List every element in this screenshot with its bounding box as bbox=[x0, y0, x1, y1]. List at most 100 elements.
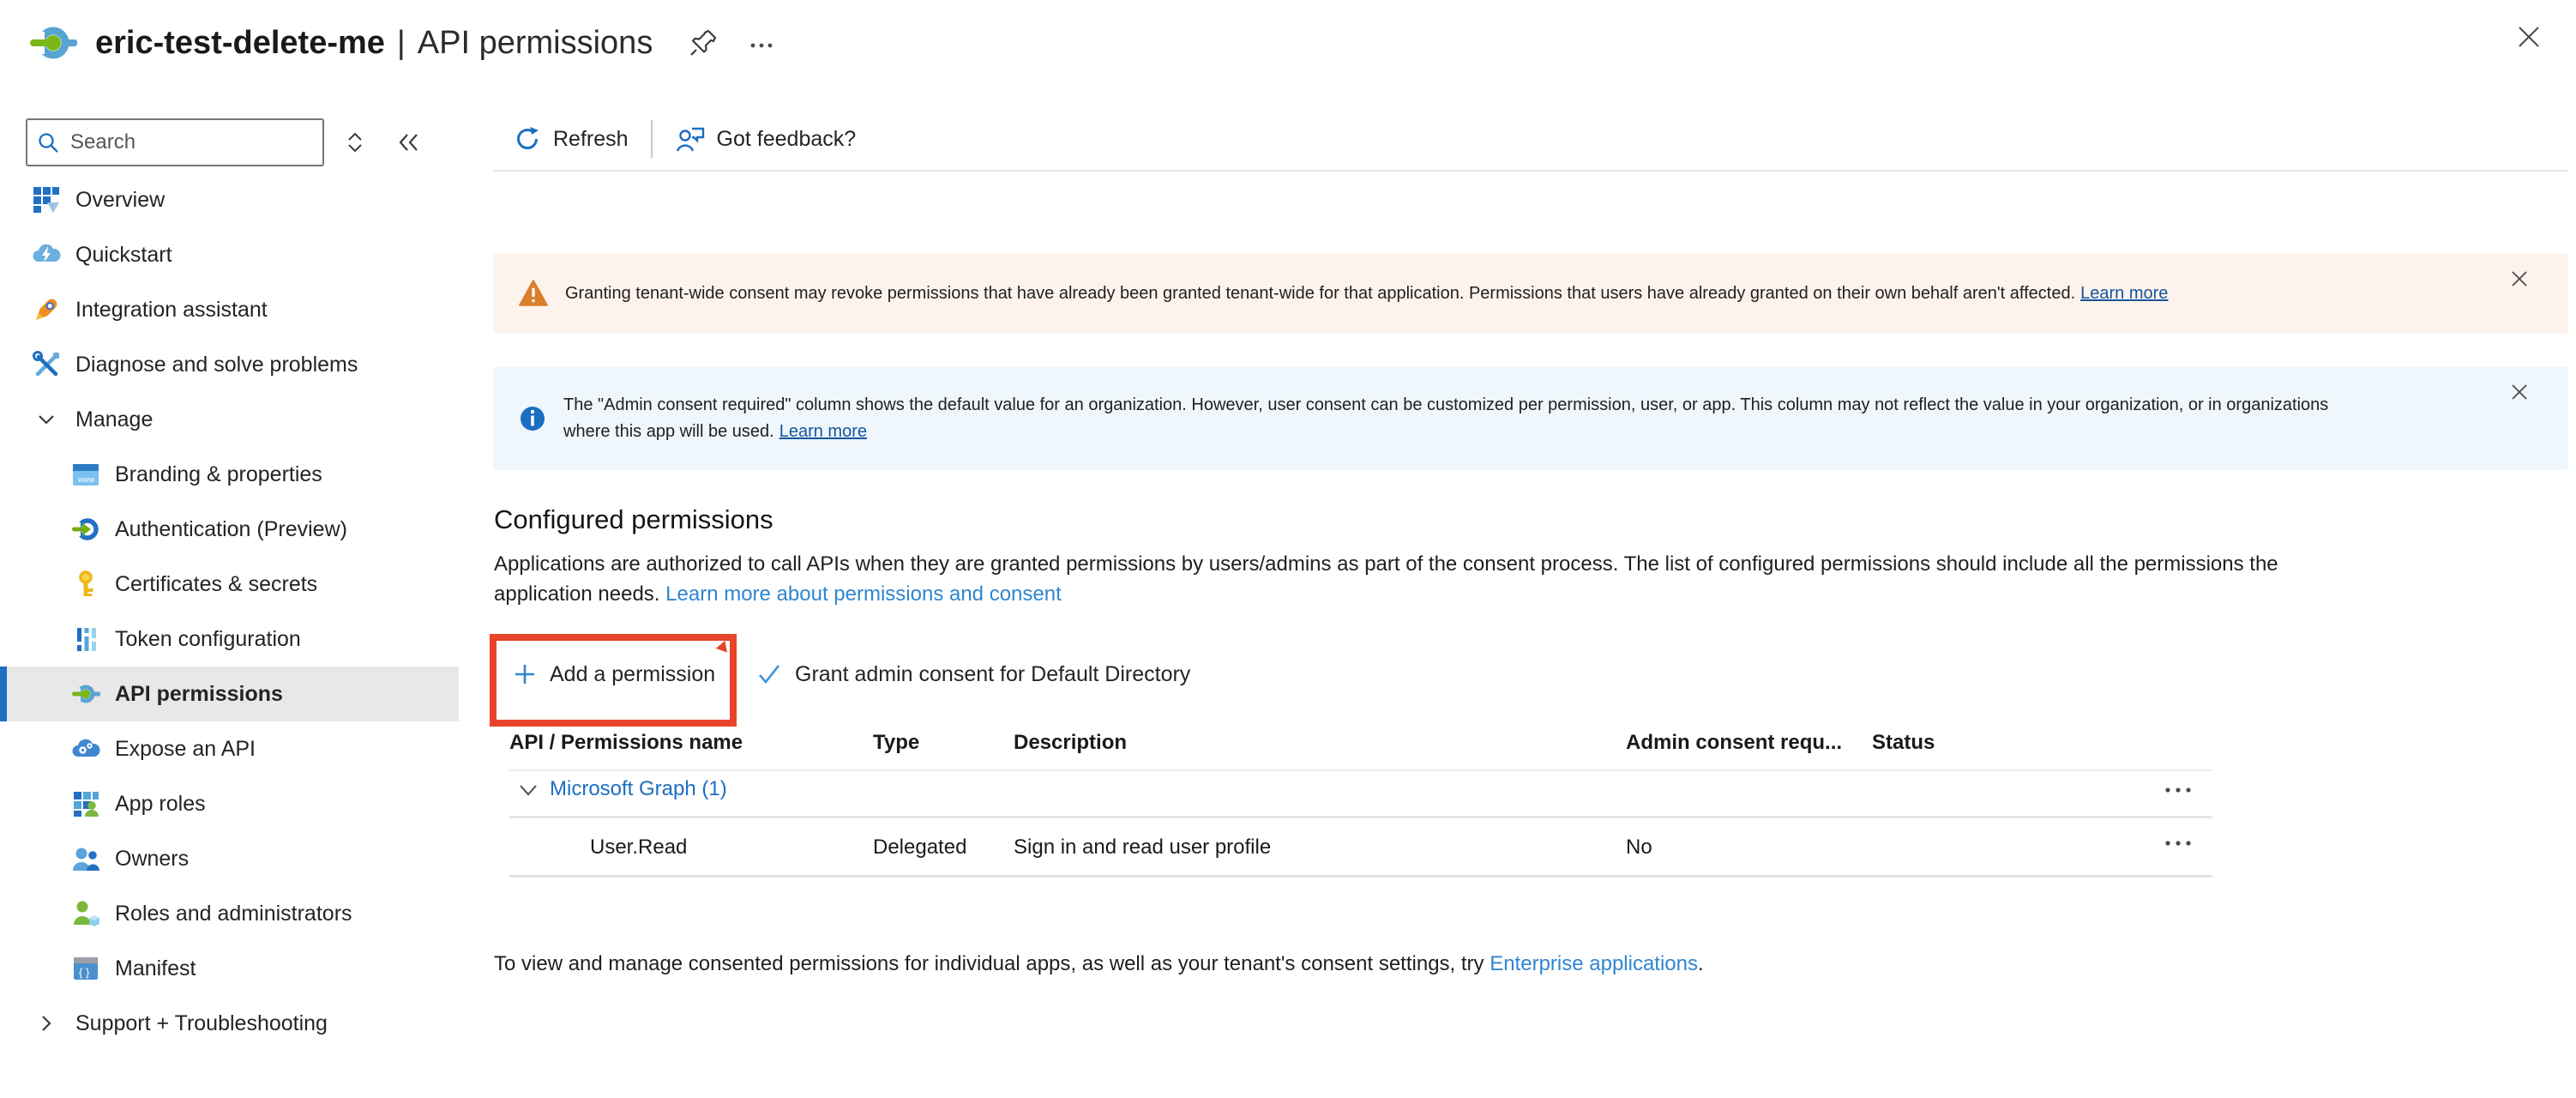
table-separator bbox=[509, 769, 2212, 771]
warning-icon bbox=[517, 277, 550, 310]
collapse-sidebar-icon[interactable] bbox=[396, 130, 422, 155]
search-icon bbox=[36, 130, 60, 154]
warning-close-icon[interactable] bbox=[2508, 268, 2531, 290]
refresh-label: Refresh bbox=[553, 127, 629, 152]
warning-message: Granting tenant-wide consent may revoke … bbox=[565, 284, 2075, 303]
sidebar: Overview Quickstart bbox=[0, 86, 480, 1098]
info-learn-more-link[interactable]: Learn more bbox=[779, 422, 867, 441]
footer-text: To view and manage consented permissions… bbox=[494, 952, 1490, 975]
enterprise-applications-link[interactable]: Enterprise applications bbox=[1490, 952, 1698, 975]
toolbar-divider bbox=[651, 120, 653, 158]
sidebar-item-token-configuration[interactable]: Token configuration bbox=[0, 612, 480, 667]
info-banner: The "Admin consent required" column show… bbox=[493, 367, 2568, 470]
api-group-link[interactable]: Microsoft Graph (1) bbox=[550, 777, 727, 801]
refresh-button[interactable]: Refresh bbox=[513, 124, 629, 154]
table-separator bbox=[509, 875, 2212, 878]
blade-name: API permissions bbox=[418, 25, 653, 62]
plus-icon bbox=[512, 661, 538, 687]
manifest-icon: { } bbox=[70, 953, 101, 984]
refresh-icon bbox=[513, 124, 542, 154]
chevron-right-icon bbox=[31, 1008, 62, 1039]
people-icon bbox=[70, 843, 101, 874]
title-separator: | bbox=[397, 25, 406, 62]
sidebar-item-manifest[interactable]: { } Manifest bbox=[0, 941, 480, 996]
sidebar-item-label: Certificates & secrets bbox=[115, 572, 317, 597]
configured-permissions-description: Applications are authorized to call APIs… bbox=[494, 549, 2295, 609]
sidebar-item-label: Manifest bbox=[115, 956, 196, 981]
configured-permissions-heading: Configured permissions bbox=[494, 504, 773, 535]
permission-type: Delegated bbox=[873, 836, 966, 860]
warning-banner: Granting tenant-wide consent may revoke … bbox=[493, 254, 2568, 333]
sidebar-item-label: App roles bbox=[115, 792, 206, 817]
sidebar-item-expose-an-api[interactable]: Expose an API bbox=[0, 721, 480, 776]
annotation-cursor-mark bbox=[716, 641, 731, 656]
person-cube-icon bbox=[70, 898, 101, 929]
info-close-icon[interactable] bbox=[2508, 381, 2531, 403]
sidebar-item-roles-administrators[interactable]: Roles and administrators bbox=[0, 886, 480, 941]
more-menu-icon[interactable] bbox=[747, 28, 776, 57]
add-permission-button[interactable]: Add a permission bbox=[512, 657, 715, 691]
sidebar-item-api-permissions[interactable]: API permissions bbox=[0, 667, 459, 721]
permission-description: Sign in and read user profile bbox=[1014, 836, 1271, 860]
pin-icon[interactable] bbox=[689, 28, 718, 57]
column-header-status[interactable]: Status bbox=[1872, 731, 1935, 755]
permission-admin-consent: No bbox=[1626, 836, 1652, 860]
permission-link[interactable]: User.Read bbox=[590, 836, 687, 860]
search-box[interactable] bbox=[26, 118, 324, 166]
sidebar-item-owners[interactable]: Owners bbox=[0, 831, 480, 886]
expand-collapse-all-icon[interactable] bbox=[343, 130, 367, 154]
table-separator bbox=[509, 816, 2212, 818]
key-icon bbox=[70, 569, 101, 600]
permission-more-menu-icon[interactable] bbox=[2161, 830, 2195, 856]
sidebar-item-label: Owners bbox=[115, 847, 189, 872]
feedback-button[interactable]: Got feedback? bbox=[675, 124, 857, 154]
api-permissions-icon bbox=[70, 679, 101, 709]
search-input[interactable] bbox=[69, 130, 314, 155]
permissions-consent-link[interactable]: Learn more about permissions and consent bbox=[665, 582, 1062, 606]
sidebar-item-authentication[interactable]: Authentication (Preview) bbox=[0, 502, 480, 557]
sidebar-item-overview[interactable]: Overview bbox=[0, 172, 480, 227]
sidebar-item-label: Authentication (Preview) bbox=[115, 517, 347, 542]
group-more-menu-icon[interactable] bbox=[2161, 777, 2195, 803]
chevron-down-icon bbox=[31, 404, 62, 435]
blade-close-icon[interactable] bbox=[2514, 22, 2543, 51]
column-header-admin-consent[interactable]: Admin consent requ... bbox=[1626, 731, 1842, 755]
sidebar-item-label: Quickstart bbox=[75, 243, 172, 268]
info-text: The "Admin consent required" column show… bbox=[563, 392, 2347, 445]
column-header-description[interactable]: Description bbox=[1014, 731, 1127, 755]
sidebar-item-diagnose[interactable]: Diagnose and solve problems bbox=[0, 337, 480, 392]
feedback-label: Got feedback? bbox=[717, 127, 857, 152]
sidebar-item-branding[interactable]: www Branding & properties bbox=[0, 447, 480, 502]
sidebar-item-certificates[interactable]: Certificates & secrets bbox=[0, 557, 480, 612]
sidebar-item-app-roles[interactable]: App roles bbox=[0, 776, 480, 831]
svg-text:{ }: { } bbox=[79, 966, 90, 979]
sidebar-item-integration-assistant[interactable]: Integration assistant bbox=[0, 282, 480, 337]
group-chevron-down-icon[interactable] bbox=[515, 777, 541, 803]
footer-suffix: . bbox=[1698, 952, 1704, 975]
sidebar-nav: Overview Quickstart bbox=[0, 172, 480, 1051]
warning-learn-more-link[interactable]: Learn more bbox=[2080, 284, 2168, 303]
sidebar-item-label: Branding & properties bbox=[115, 462, 322, 487]
info-icon bbox=[517, 403, 548, 434]
feedback-icon bbox=[675, 124, 706, 154]
sidebar-group-manage[interactable]: Manage bbox=[0, 392, 480, 447]
main-content: Refresh Got feedback? bbox=[493, 86, 2576, 1098]
grant-admin-consent-button[interactable]: Grant admin consent for Default Director… bbox=[755, 657, 1190, 691]
sidebar-item-label: Overview bbox=[75, 188, 165, 213]
blade-titlebar: eric-test-delete-me | API permissions bbox=[0, 0, 2576, 86]
column-header-type[interactable]: Type bbox=[873, 731, 919, 755]
sidebar-item-quickstart[interactable]: Quickstart bbox=[0, 227, 480, 282]
page-title: eric-test-delete-me | API permissions bbox=[95, 25, 653, 62]
sidebar-item-label: Token configuration bbox=[115, 627, 301, 652]
sidebar-item-label: API permissions bbox=[115, 682, 283, 707]
cloud-gears-icon bbox=[70, 733, 101, 764]
column-header-api-name[interactable]: API / Permissions name bbox=[509, 731, 743, 755]
command-bar: Refresh Got feedback? bbox=[513, 113, 856, 165]
sidebar-search-row bbox=[26, 118, 422, 166]
sidebar-group-support[interactable]: Support + Troubleshooting bbox=[0, 996, 480, 1051]
quickstart-icon bbox=[31, 239, 62, 270]
svg-text:www: www bbox=[77, 475, 95, 484]
toolbar-rule bbox=[493, 170, 2568, 172]
authentication-icon bbox=[70, 514, 101, 545]
browser-www-icon: www bbox=[70, 459, 101, 490]
